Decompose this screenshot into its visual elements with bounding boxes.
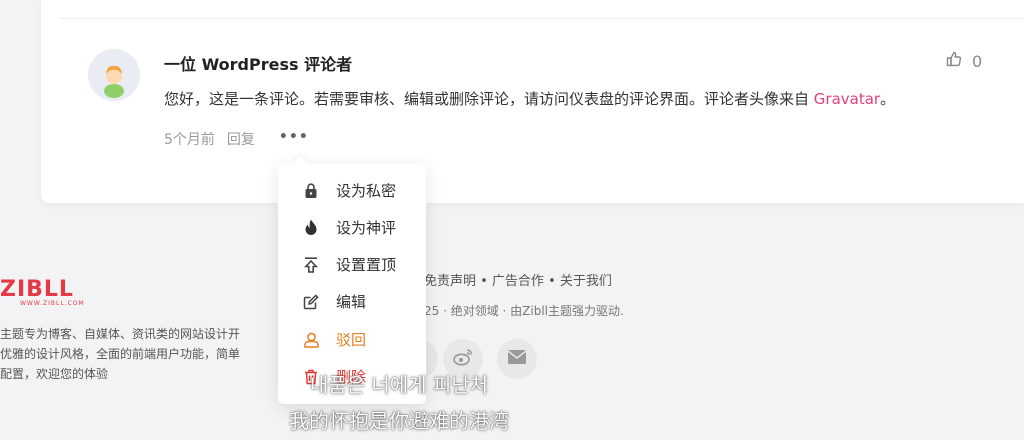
comment-meta: 5个月前 回复 ••• bbox=[164, 129, 309, 149]
gravatar-link[interactable]: Gravatar bbox=[814, 90, 880, 108]
copyright-text: 25 · 绝对领域 · 由Zibll主题强力驱动. bbox=[424, 304, 624, 318]
thumbs-up-icon bbox=[946, 51, 962, 71]
like-count: 0 bbox=[972, 51, 983, 71]
menu-item-reject[interactable]: 驳回 bbox=[302, 329, 366, 350]
divider bbox=[59, 18, 1024, 19]
logo-subtext: WWW.ZIBLL.COM bbox=[20, 300, 85, 307]
mail-icon bbox=[507, 349, 527, 369]
menu-item-edit[interactable]: 编辑 bbox=[302, 291, 366, 312]
fire-icon bbox=[302, 219, 320, 237]
logo-text: ZIBLL bbox=[0, 277, 74, 302]
like-button[interactable]: 0 bbox=[946, 51, 982, 71]
avatar[interactable] bbox=[88, 49, 140, 101]
menu-item-private[interactable]: 设为私密 bbox=[302, 180, 396, 201]
menu-item-featured[interactable]: 设为神评 bbox=[302, 217, 396, 238]
comment-author[interactable]: 一位 WordPress 评论者 bbox=[164, 51, 352, 75]
footer-links[interactable]: 免责声明 • 广告合作 • 关于我们 bbox=[424, 270, 612, 289]
user-reject-icon bbox=[302, 331, 320, 349]
lock-icon bbox=[302, 182, 320, 200]
more-options-button[interactable]: ••• bbox=[279, 129, 309, 145]
comment-time: 5个月前 bbox=[164, 132, 215, 148]
comment-actions-menu: 设为私密 设为神评 设置置顶 编辑 驳回 删除 bbox=[278, 164, 426, 404]
edit-icon bbox=[302, 293, 320, 311]
subtitle-chinese: 我的怀抱是你避难的港湾 bbox=[289, 409, 509, 433]
pin-top-icon bbox=[302, 256, 320, 274]
site-logo[interactable]: ZIBLL WWW.ZIBLL.COM bbox=[0, 277, 85, 308]
comment-text: 您好，这是一条评论。若需要审核、编辑或删除评论，请访问仪表盘的评论界面。评论者头… bbox=[164, 90, 896, 108]
subtitle-korean: 내품은 너에게 피난처 bbox=[309, 373, 489, 397]
weibo-icon bbox=[452, 347, 474, 371]
reply-button[interactable]: 回复 bbox=[227, 129, 255, 149]
menu-item-pin-top[interactable]: 设置置顶 bbox=[302, 254, 396, 275]
